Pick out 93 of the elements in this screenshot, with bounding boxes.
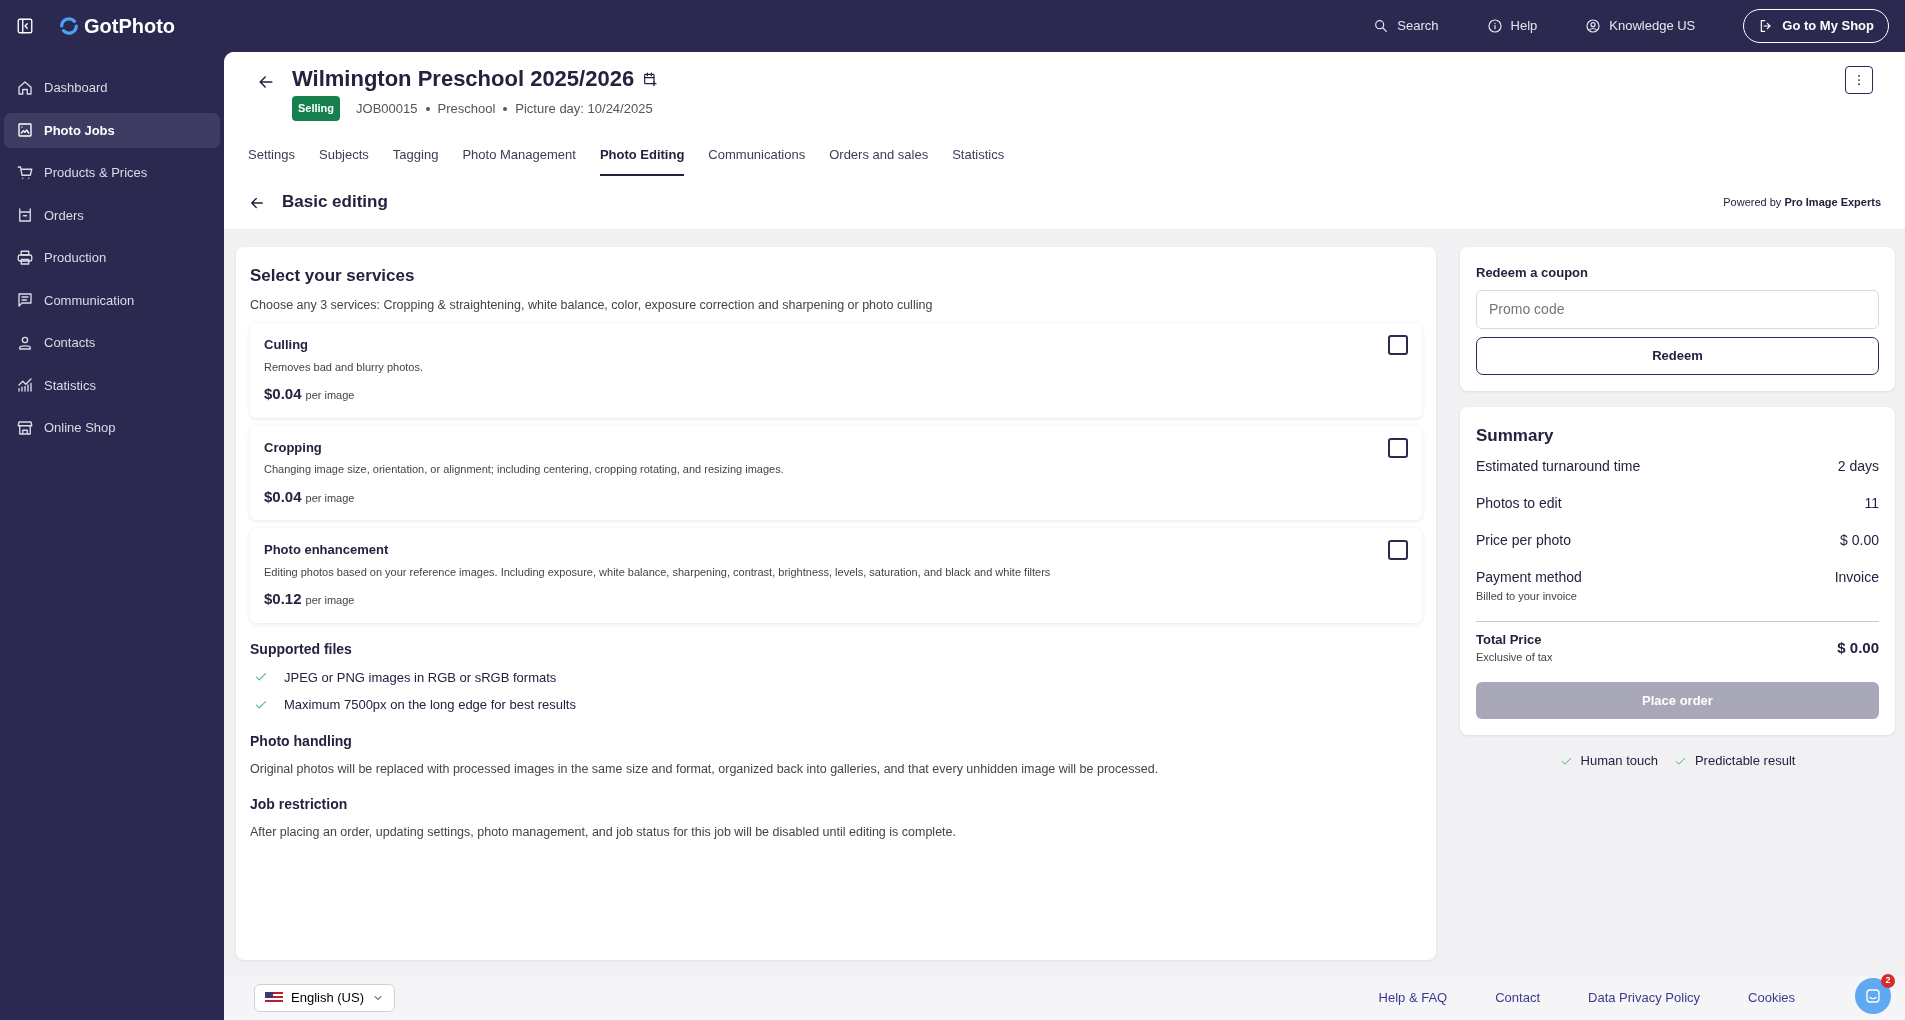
service-name: Cropping	[264, 438, 323, 457]
powered-by-text: Powered by Pro Image Experts	[1723, 195, 1881, 211]
notification-badge: 2	[1881, 974, 1895, 988]
sidebar-item[interactable]: Production	[4, 240, 220, 276]
sidebar-item[interactable]: Statistics	[4, 367, 220, 403]
service-price: $0.04	[264, 486, 302, 507]
supported-file-item: Maximum 7500px on the long edge for best results	[284, 696, 576, 715]
footer-link[interactable]: Data Privacy Policy	[1588, 988, 1701, 1008]
tab[interactable]: Settings	[248, 136, 295, 177]
sidebar-item[interactable]: Contacts	[4, 325, 220, 361]
service-name: Culling	[264, 336, 310, 355]
picture-day: Picture day: 10/24/2025	[515, 98, 653, 119]
footer-link[interactable]: Help & FAQ	[1378, 988, 1448, 1008]
summary-value: Invoice	[1834, 568, 1879, 588]
section-subtitle: Choose any 3 services: Cropping & straightening, white balance, color, exposure correction and sharpening or photo culling	[250, 297, 934, 315]
tab[interactable]: Subjects	[319, 136, 369, 177]
nav-icon	[16, 206, 34, 225]
more-options-button[interactable]	[1845, 66, 1873, 94]
tab[interactable]: Tagging	[392, 136, 439, 177]
search-icon	[1373, 18, 1390, 34]
service-description: Removes bad and blurry photos.	[264, 359, 424, 375]
checkbox[interactable]	[1388, 437, 1408, 458]
nav-icon	[16, 376, 34, 395]
chat-icon	[1864, 987, 1882, 1005]
job-category: Preschool	[437, 99, 496, 118]
language-selector[interactable]: English (US)	[254, 984, 395, 1012]
price-unit: per image	[305, 490, 355, 506]
summary-value: 2 days	[1837, 457, 1879, 477]
checkbox[interactable]	[1388, 335, 1408, 356]
sidebar-item[interactable]: Products & Prices	[4, 155, 220, 191]
checkbox[interactable]	[1388, 540, 1408, 561]
account-link[interactable]: Knowledge US	[1585, 16, 1696, 36]
tab[interactable]: Orders and sales	[829, 136, 929, 177]
summary-sublabel: Billed to your invoice	[1476, 589, 1578, 605]
calendar-plus-icon	[642, 71, 659, 88]
benefit-text: Predictable result	[1694, 752, 1796, 771]
summary-value: 11	[1864, 494, 1879, 514]
sidebar-item[interactable]: Photo Jobs	[4, 112, 220, 148]
total-label: Total Price	[1476, 630, 1543, 649]
promo-code-field[interactable]: Promo code	[1476, 290, 1879, 330]
section-text: Original photos will be replaced with processed images in the same size and format, organized back into galleries, and that every unhidden image will be processed.	[250, 760, 1160, 778]
nav-icon	[16, 163, 34, 182]
service-description: Changing image size, orientation, or alignment; including centering, cropping rotating, and resizing images.	[264, 462, 785, 478]
summary-label: Price per photo	[1476, 531, 1571, 551]
service-price: $0.12	[264, 589, 302, 610]
tab[interactable]: Statistics	[952, 136, 1005, 177]
summary-label: Photos to edit	[1476, 494, 1562, 514]
status-badge: Selling	[292, 96, 341, 121]
flag-icon	[265, 992, 283, 1004]
job-title: Wilmington Preschool 2025/2026	[292, 66, 635, 93]
sidebar-item[interactable]: Dashboard	[4, 70, 220, 106]
page-subtitle: Basic editing	[282, 192, 388, 213]
tab[interactable]: Photo Management	[462, 136, 576, 177]
summary-label: Estimated turnaround time	[1476, 457, 1641, 477]
summary-title: Summary	[1476, 424, 1555, 447]
sidebar-item[interactable]: Communication	[4, 282, 220, 318]
logo-icon	[58, 15, 80, 37]
user-icon	[1585, 18, 1602, 34]
total-sublabel: Exclusive of tax	[1476, 650, 1553, 666]
service-name: Photo enhancement	[264, 541, 390, 560]
section-text: After placing an order, updating settings, photo management, and job status for this job will be disabled until editing is complete.	[250, 824, 957, 842]
tab[interactable]: Photo Editing	[599, 136, 685, 177]
sidebar-item[interactable]: Orders	[4, 197, 220, 233]
price-unit: per image	[305, 593, 355, 609]
search-link[interactable]: Search	[1373, 16, 1439, 36]
job-id: JOB00015	[356, 99, 418, 118]
benefit-text: Human touch	[1580, 752, 1658, 771]
help-link[interactable]: Help	[1486, 16, 1538, 36]
supported-file-item: JPEG or PNG images in RGB or sRGB formats	[284, 668, 557, 687]
summary-label: Payment method	[1476, 568, 1582, 588]
redeem-button[interactable]: Redeem	[1476, 337, 1879, 375]
footer-link[interactable]: Cookies	[1748, 988, 1795, 1008]
section-title: Job restriction	[250, 795, 349, 815]
service-price: $0.04	[264, 384, 302, 405]
section-title: Select your services	[250, 264, 416, 287]
sidebar-item[interactable]: Online Shop	[4, 410, 220, 446]
tab[interactable]: Communications	[708, 136, 806, 177]
service-description: Editing photos based on your reference images. Including exposure, white balance, sharpening, contrast, brightness, levels, saturation, and black and white filters	[264, 564, 1052, 580]
section-title: Supported files	[250, 639, 353, 659]
total-value: $ 0.00	[1837, 637, 1879, 658]
dot-separator	[425, 106, 430, 111]
summary-value: $ 0.00	[1840, 531, 1879, 551]
dot-separator	[503, 106, 508, 111]
info-icon	[1486, 18, 1503, 34]
sidebar-toggle-icon	[16, 17, 34, 35]
section-title: Photo handling	[250, 731, 353, 751]
footer-link[interactable]: Contact	[1495, 988, 1541, 1008]
price-unit: per image	[305, 388, 355, 404]
coupon-title: Redeem a coupon	[1476, 263, 1589, 282]
nav-icon	[16, 121, 34, 140]
nav-icon	[16, 418, 34, 437]
logo-text: GotPhoto	[84, 14, 176, 39]
nav-icon	[16, 248, 34, 267]
